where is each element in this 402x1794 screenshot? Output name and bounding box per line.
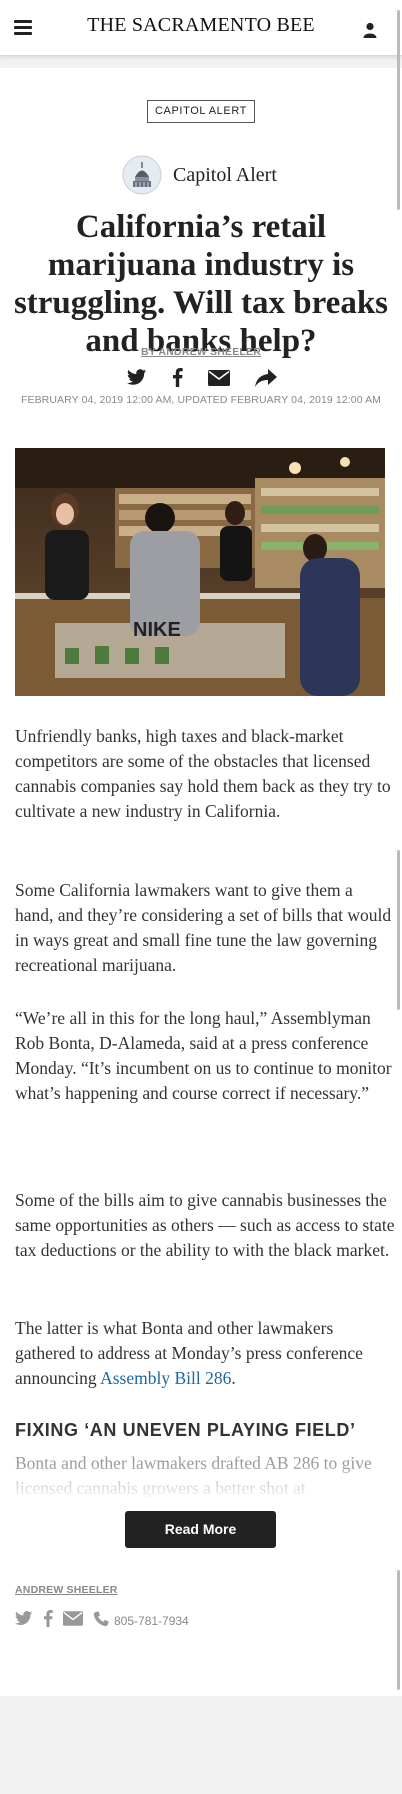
- assembly-bill-link[interactable]: Assembly Bill 286: [100, 1368, 231, 1388]
- site-masthead[interactable]: THE SACRAMENTO BEE: [0, 14, 402, 37]
- hero-image: NIKE: [15, 448, 385, 696]
- author-phone[interactable]: 805-781-7934: [114, 1614, 189, 1628]
- article-paragraph: The latter is what Bonta and other lawma…: [15, 1316, 395, 1391]
- email-icon[interactable]: [208, 369, 230, 391]
- scrollbar-thumb[interactable]: [397, 1570, 400, 1690]
- article-dateline: FEBRUARY 04, 2019 12:00 AM, UPDATED FEBR…: [20, 394, 382, 406]
- paragraph-text: .: [231, 1368, 236, 1388]
- facebook-icon[interactable]: [43, 1610, 53, 1632]
- section-subhead: FIXING ‘AN UNEVEN PLAYING FIELD’: [15, 1420, 356, 1440]
- read-more-button[interactable]: Read More: [125, 1511, 276, 1548]
- article-paragraph: Some California lawmakers want to give t…: [15, 880, 392, 975]
- user-icon[interactable]: [362, 22, 378, 38]
- article-paragraph: Some of the bills aim to give cannabis b…: [15, 1190, 395, 1260]
- capitol-dome-logo-icon: [122, 155, 162, 195]
- twitter-icon[interactable]: [15, 1611, 33, 1631]
- brand-name: Capitol Alert: [173, 163, 277, 186]
- article-page: CAPITOL ALERT Capitol Alert California’s…: [0, 68, 402, 1696]
- brand-block[interactable]: Capitol Alert: [122, 155, 277, 195]
- author-link[interactable]: ANDREW SHEELER: [15, 1584, 118, 1596]
- share-bar: [127, 368, 277, 392]
- byline[interactable]: BY ANDREW SHEELER: [0, 346, 402, 358]
- author-contact-row: 805-781-7934: [15, 1610, 199, 1632]
- scrollbar-thumb[interactable]: [397, 850, 400, 1010]
- read-more-fade: [0, 1463, 402, 1511]
- share-icon[interactable]: [255, 368, 277, 392]
- article-paragraph: Unfriendly banks, high taxes and black-m…: [15, 726, 391, 821]
- facebook-icon[interactable]: [172, 368, 183, 392]
- svg-text:NIKE: NIKE: [133, 619, 181, 641]
- article-paragraph: “We’re all in this for the long haul,” A…: [15, 1008, 392, 1103]
- email-icon[interactable]: [63, 1611, 83, 1631]
- twitter-icon[interactable]: [127, 369, 147, 391]
- phone-icon[interactable]: [93, 1611, 109, 1632]
- article-headline: California’s retail marijuana industry i…: [13, 209, 389, 359]
- site-header: THE SACRAMENTO BEE: [0, 0, 402, 56]
- scrollbar-thumb[interactable]: [397, 10, 400, 210]
- section-tag[interactable]: CAPITOL ALERT: [147, 100, 255, 123]
